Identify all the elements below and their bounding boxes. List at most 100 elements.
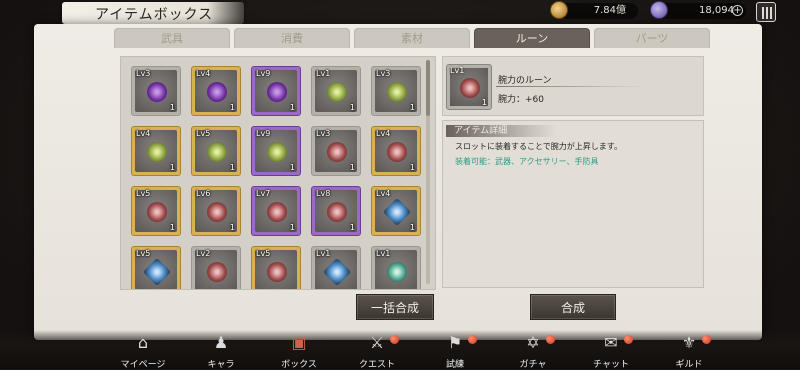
rune-slot[interactable]: Lv4 1 [371, 186, 421, 236]
slot-quantity: 1 [409, 103, 415, 112]
rune-slot[interactable]: Lv5 1 [191, 126, 241, 176]
slot-level: Lv1 [316, 249, 331, 258]
green-rune-icon [267, 142, 287, 162]
slot-level: Lv3 [136, 69, 151, 78]
slot-quantity: 1 [349, 163, 355, 172]
rune-slot[interactable]: Lv4 1 [191, 66, 241, 116]
tab-consumables[interactable]: 消費 [234, 28, 350, 48]
rune-slot[interactable]: Lv2 [191, 246, 241, 289]
nav-item-crossed-swords[interactable]: ⚔ クエスト [342, 334, 412, 370]
notification-badge [468, 335, 477, 344]
slot-level: Lv2 [196, 249, 211, 258]
red-rune-icon [387, 142, 407, 162]
tab-materials[interactable]: 素材 [354, 28, 470, 48]
item-detail-title: アイテム詳細 [446, 125, 556, 137]
purple-rune-icon [147, 82, 167, 102]
tab-weapons[interactable]: 武具 [114, 28, 230, 48]
rune-slot[interactable]: Lv1 [371, 246, 421, 289]
slot-quantity: 1 [289, 103, 295, 112]
nav-item-guild[interactable]: ⚜ ギルド [654, 333, 724, 370]
item-quantity: 1 [481, 98, 487, 107]
slot-quantity: 1 [349, 103, 355, 112]
slot-level: Lv4 [196, 69, 211, 78]
nav-item-chat[interactable]: ✉ チャット [576, 333, 646, 370]
purple-rune-icon [267, 82, 287, 102]
nav-label: マイページ [120, 360, 166, 370]
rune-slot[interactable]: Lv5 1 [131, 186, 181, 236]
rune-slot[interactable]: Lv5 [131, 246, 181, 289]
red-rune-icon [327, 202, 347, 222]
slot-level: Lv4 [136, 129, 151, 138]
slot-level: Lv3 [376, 69, 391, 78]
nav-label: 試練 [445, 360, 464, 370]
slot-level: Lv4 [376, 129, 391, 138]
nav-item-flag[interactable]: ⚑ 試練 [420, 333, 490, 370]
rune-slot[interactable]: Lv5 [251, 246, 301, 289]
slot-quantity: 1 [349, 223, 355, 232]
rune-slot[interactable]: Lv1 1 [311, 66, 361, 116]
slot-level: Lv7 [256, 189, 271, 198]
gacha-icon: ✡ [526, 333, 540, 352]
rune-slot[interactable]: Lv4 1 [371, 126, 421, 176]
rune-slot[interactable]: Lv3 1 [311, 126, 361, 176]
slot-level: Lv5 [136, 189, 151, 198]
nav-label: ガチャ [519, 360, 547, 370]
green-rune-icon [387, 82, 407, 102]
rune-slot[interactable]: Lv3 1 [131, 66, 181, 116]
tab-runes[interactable]: ルーン [474, 28, 590, 48]
characters-icon: ♟ [213, 333, 229, 352]
rune-slot[interactable]: Lv7 1 [251, 186, 301, 236]
nav-label: クエスト [358, 360, 395, 370]
slot-level: Lv5 [256, 249, 271, 258]
synthesize-button[interactable]: 合成 [530, 294, 616, 320]
notification-badge [624, 335, 633, 344]
slot-level: Lv9 [256, 129, 271, 138]
gem-icon [650, 1, 668, 19]
strength-rune-icon [460, 78, 480, 98]
equippable-slots: 装着可能：武器、アクセサリー、手防具 [455, 157, 599, 166]
notification-badge [546, 335, 555, 344]
slot-quantity: 1 [169, 103, 175, 112]
nav-label: キャラ [207, 360, 235, 370]
item-grid-scrollbar[interactable] [426, 60, 430, 284]
red-rune-icon [267, 262, 287, 282]
nav-item-home[interactable]: ⌂ マイページ [108, 333, 178, 370]
slot-level: Lv8 [316, 189, 331, 198]
box-icon: ▣ [291, 333, 307, 352]
slot-quantity: 1 [409, 163, 415, 172]
red-rune-icon [267, 202, 287, 222]
chat-icon: ✉ [604, 333, 618, 352]
guild-icon: ⚜ [681, 333, 697, 352]
item-description: スロットに装着することで腕力が上昇します。 [455, 142, 622, 151]
nav-item-box[interactable]: ▣ ボックス [264, 333, 334, 370]
add-gems-button[interactable]: + [732, 5, 743, 16]
nav-label: ギルド [675, 360, 703, 370]
slot-level: Lv4 [376, 189, 391, 198]
slot-quantity: 1 [409, 223, 415, 232]
rune-slot[interactable]: Lv6 1 [191, 186, 241, 236]
home-icon: ⌂ [137, 333, 149, 352]
bulk-synthesize-button[interactable]: 一括合成 [356, 294, 434, 320]
menu-button[interactable] [756, 2, 776, 22]
scroll-thumb[interactable] [426, 60, 430, 116]
flag-icon: ⚑ [447, 333, 463, 352]
rune-slot[interactable]: Lv4 1 [131, 126, 181, 176]
rune-slot[interactable]: Lv3 1 [371, 66, 421, 116]
nav-label: ボックス [281, 360, 317, 370]
item-grid: Lv3 1 Lv4 1 Lv9 1 Lv1 1 Lv3 1 Lv4 1 Lv5 1 Lv9 1 Lv3 1 Lv4 1… [120, 56, 436, 290]
purple-rune-icon [207, 82, 227, 102]
tab-parts[interactable]: パーツ [594, 28, 710, 48]
coin-counter: 7.84億 [558, 3, 638, 19]
rune-slot[interactable]: Lv8 1 [311, 186, 361, 236]
rune-slot[interactable]: Lv9 1 [251, 66, 301, 116]
teal-rune-icon [387, 262, 407, 282]
item-level: Lv1 [450, 66, 465, 75]
rune-slot[interactable]: Lv1 [311, 246, 361, 289]
nav-item-gacha[interactable]: ✡ ガチャ [498, 333, 568, 370]
slot-level: Lv3 [316, 129, 331, 138]
menu-bar-icon [762, 7, 764, 19]
slot-quantity: 1 [289, 223, 295, 232]
rune-slot[interactable]: Lv9 1 [251, 126, 301, 176]
slot-quantity: 1 [229, 163, 235, 172]
nav-item-characters[interactable]: ♟ キャラ [186, 333, 256, 370]
